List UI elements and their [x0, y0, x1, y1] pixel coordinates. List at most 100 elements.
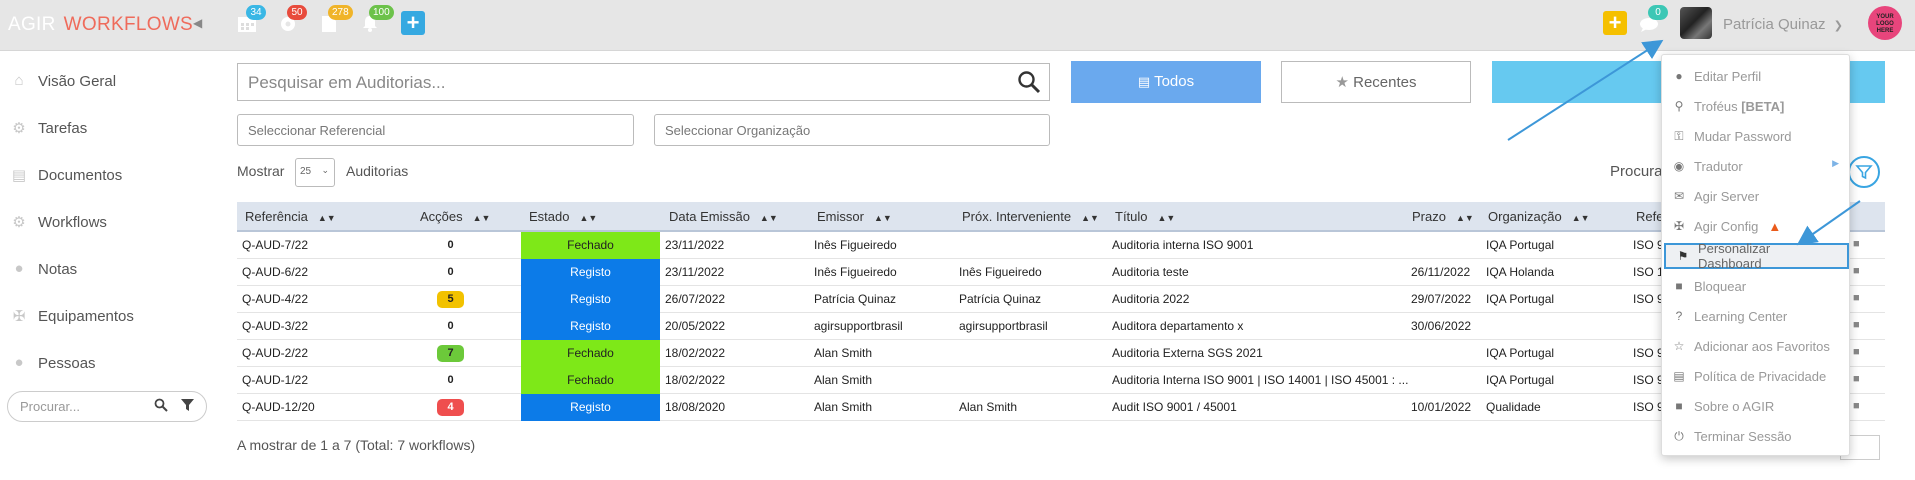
advanced-filter-button[interactable] [1848, 156, 1880, 188]
referencial-select[interactable]: Seleccionar Referencial [237, 114, 634, 146]
status-badge: Fechado [521, 232, 660, 259]
search-input[interactable]: Pesquisar em Auditorias... [237, 63, 1050, 101]
page-length-select[interactable]: 25 ⌄ [295, 158, 335, 187]
brand-logo[interactable]: AGIR WORKFLOWS [8, 14, 193, 36]
menu-item-bloquear[interactable]: ■ Bloquear [1662, 273, 1849, 299]
cell-data-emissao: 23/11/2022 [665, 265, 725, 279]
sidebar-item-documentos[interactable]: ▤ Documentos [8, 164, 122, 186]
add-button[interactable]: + [401, 11, 425, 35]
cell-referencia[interactable]: Q-AUD-12/20 [242, 400, 315, 414]
sort-icon: ▲▼ [317, 213, 336, 223]
cell-referencia[interactable]: Q-AUD-4/22 [242, 292, 308, 306]
organizacao-select[interactable]: Seleccionar Organização [654, 114, 1050, 146]
column-prazo[interactable]: Prazo ▲▼ [1412, 209, 1474, 224]
cell-organizacao: IQA Holanda [1486, 265, 1555, 279]
search-icon[interactable] [1017, 70, 1041, 99]
column-prox-interveniente[interactable]: Próx. Interveniente ▲▼ [962, 209, 1099, 224]
trash-icon[interactable]: ■ [1853, 373, 1860, 385]
accoes-badge: 0 [437, 318, 464, 335]
sort-icon: ▲▼ [1157, 213, 1176, 223]
table-row[interactable]: Q-AUD-7/22 0 Fechado 23/11/2022 Inês Fig… [237, 232, 1885, 259]
menu-item-mudar-password[interactable]: ⚿ Mudar Password [1662, 123, 1849, 149]
menu-item-terminar-sessao[interactable]: ⏻ Terminar Sessão [1662, 423, 1849, 449]
menu-item-label: Sobre o AGIR [1694, 398, 1775, 414]
trash-icon[interactable]: ■ [1853, 292, 1860, 304]
menu-item-agir-server[interactable]: ✉ Agir Server [1662, 183, 1849, 209]
chat-icon[interactable]: 0 [1638, 5, 1668, 35]
cell-emissor: Alan Smith [814, 346, 873, 360]
column-emissor[interactable]: Emissor ▲▼ [817, 209, 892, 224]
cell-referencia[interactable]: Q-AUD-2/22 [242, 346, 308, 360]
menu-item-learning-center[interactable]: ? Learning Center [1662, 303, 1849, 329]
table-row[interactable]: Q-AUD-4/22 5 Registo 26/07/2022 Patrícia… [237, 286, 1885, 313]
filter-icon[interactable] [181, 398, 194, 415]
status-badge: Registo [521, 259, 660, 286]
sidebar-item-tarefas[interactable]: ⚙ Tarefas [8, 117, 87, 139]
search-icon[interactable] [154, 398, 168, 415]
table-row[interactable]: Q-AUD-3/22 0 Registo 20/05/2022 agirsupp… [237, 313, 1885, 340]
cell-referencia[interactable]: Q-AUD-7/22 [242, 238, 308, 252]
caret-left-icon[interactable]: ◀ [193, 16, 202, 30]
sidebar-item-workflows[interactable]: ⚙ Workflows [8, 211, 107, 233]
sidebar-item-notas[interactable]: ● Notas [8, 258, 77, 280]
table-row[interactable]: Q-AUD-2/22 7 Fechado 18/02/2022 Alan Smi… [237, 340, 1885, 367]
menu-item-adicionar-favoritos[interactable]: ☆ Adicionar aos Favoritos [1662, 333, 1849, 359]
menu-item-politica-privacidade[interactable]: ▤ Política de Privacidade [1662, 363, 1849, 389]
info-text: workflows) [405, 437, 476, 453]
quick-add-button[interactable]: + [1603, 11, 1627, 35]
cell-prazo: 29/07/2022 [1411, 292, 1472, 306]
filter-todos-button[interactable]: ▤ Todos [1071, 61, 1261, 103]
menu-item-label: Tradutor [1694, 158, 1743, 174]
cell-referencia[interactable]: Q-AUD-1/22 [242, 373, 308, 387]
trash-icon[interactable]: ■ [1853, 265, 1860, 277]
column-referencial[interactable]: Refe [1636, 209, 1663, 224]
sidebar-search-input[interactable]: Procurar... [7, 391, 207, 422]
calendar-icon[interactable]: 34 [237, 5, 266, 35]
cell-titulo: Auditoria Externa SGS 2021 [1112, 346, 1263, 360]
sidebar-item-equipamentos[interactable]: ✠ Equipamentos [8, 305, 134, 327]
cell-titulo: Audit ISO 9001 / 45001 [1112, 400, 1237, 414]
menu-item-sobre-agir[interactable]: ■ Sobre o AGIR [1662, 393, 1849, 419]
todos-label: Todos [1154, 73, 1195, 90]
lock-icon: ■ [1675, 399, 1683, 413]
column-titulo[interactable]: Título ▲▼ [1115, 209, 1175, 224]
user-menu-toggle[interactable]: Patrícia Quinaz ❯ [1723, 16, 1843, 33]
sidebar-item-label: Workflows [38, 213, 107, 231]
trophy-icon: ⚲ [1674, 99, 1684, 113]
gear-icon[interactable]: 50 [278, 5, 307, 35]
column-data-emissao[interactable]: Data Emissão ▲▼ [669, 209, 778, 224]
menu-item-editar-perfil[interactable]: ● Editar Perfil [1662, 63, 1849, 89]
column-label: Data Emissão [669, 209, 750, 224]
menu-item-trofeus[interactable]: ⚲ Troféus [BETA] [1662, 93, 1849, 119]
column-accoes[interactable]: Acções ▲▼ [420, 209, 490, 224]
home-icon: ⌂ [14, 72, 24, 89]
cell-titulo: Auditora departamento x [1112, 319, 1244, 333]
menu-item-agir-config[interactable]: ✠ Agir Config ▲ [1662, 213, 1849, 239]
filter-icon [1855, 165, 1873, 180]
avatar[interactable] [1680, 7, 1712, 39]
trash-icon[interactable]: ■ [1853, 400, 1860, 412]
document-icon[interactable]: 278 [319, 5, 353, 35]
star-icon: ☆ [1673, 339, 1685, 353]
column-organizacao[interactable]: Organização ▲▼ [1488, 209, 1590, 224]
table-row[interactable]: Q-AUD-6/22 0 Registo 23/11/2022 Inês Fig… [237, 259, 1885, 286]
cell-referencia[interactable]: Q-AUD-3/22 [242, 319, 308, 333]
column-label: Título [1115, 209, 1148, 224]
sidebar-item-visao-geral[interactable]: ⌂ Visão Geral [8, 70, 116, 92]
recentes-label: Recentes [1353, 74, 1417, 91]
menu-item-tradutor[interactable]: ◉ Tradutor ▶ [1662, 153, 1849, 179]
filter-recentes-button[interactable]: ★ Recentes [1281, 61, 1471, 103]
trash-icon[interactable]: ■ [1853, 346, 1860, 358]
menu-item-personalizar-dashboard[interactable]: ⚑ Personalizar Dashboard [1664, 241, 1849, 271]
trash-icon[interactable]: ■ [1853, 238, 1860, 250]
sidebar-item-pessoas[interactable]: ● Pessoas [8, 352, 95, 374]
trash-icon[interactable]: ■ [1853, 319, 1860, 331]
bell-badge: 100 [369, 5, 394, 20]
cell-referencia[interactable]: Q-AUD-6/22 [242, 265, 308, 279]
column-estado[interactable]: Estado ▲▼ [529, 209, 597, 224]
table-row[interactable]: Q-AUD-12/20 4 Registo 18/08/2020 Alan Sm… [237, 394, 1885, 421]
column-referencia[interactable]: Referência ▲▼ [245, 209, 336, 224]
sidebar-item-label: Notas [38, 260, 78, 278]
bell-icon[interactable]: 100 [360, 5, 394, 35]
table-row[interactable]: Q-AUD-1/22 0 Fechado 18/02/2022 Alan Smi… [237, 367, 1885, 394]
